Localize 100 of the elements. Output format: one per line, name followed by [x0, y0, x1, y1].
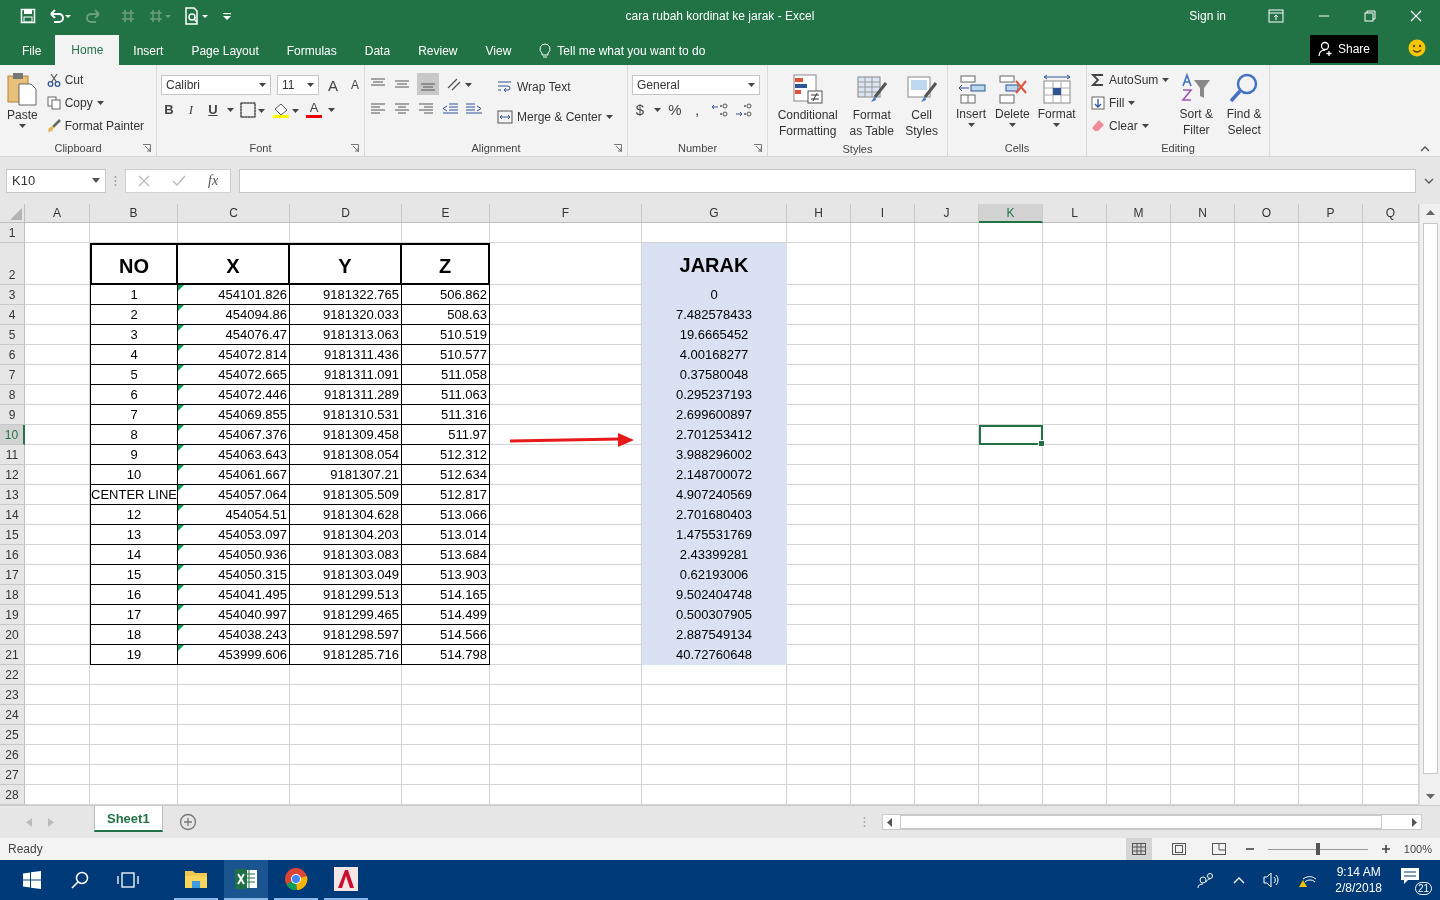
borders-icon[interactable]: [240, 101, 266, 118]
row-header[interactable]: 19: [0, 605, 25, 625]
column-header[interactable]: Q: [1363, 204, 1419, 223]
ribbon-tab[interactable]: Page Layout: [177, 37, 273, 65]
ribbon-display-icon[interactable]: [1268, 9, 1284, 23]
align-left-icon[interactable]: [369, 101, 387, 117]
caret-icon[interactable]: [654, 107, 661, 112]
orientation-icon[interactable]: [445, 76, 473, 92]
bold-button[interactable]: B: [161, 102, 177, 117]
insert-cells-button[interactable]: Insert: [952, 71, 990, 129]
column-header[interactable]: G: [642, 204, 787, 223]
row-header[interactable]: 7: [0, 365, 25, 385]
customize-caret-icon[interactable]: [222, 11, 232, 21]
column-header[interactable]: A: [25, 204, 90, 223]
caret-icon[interactable]: [328, 107, 335, 112]
font-size-dropdown[interactable]: 11: [277, 75, 319, 95]
ribbon-tab[interactable]: Data: [350, 37, 405, 65]
font-name-dropdown[interactable]: Calibri: [161, 75, 271, 95]
row-header[interactable]: 1: [0, 223, 25, 243]
scroll-left-icon[interactable]: [886, 817, 892, 827]
people-icon[interactable]: [1197, 872, 1216, 888]
row-header[interactable]: 20: [0, 625, 25, 645]
column-header[interactable]: K: [979, 204, 1043, 223]
notification-icon[interactable]: [1400, 867, 1420, 885]
row-header[interactable]: 9: [0, 405, 25, 425]
horizontal-scrollbar[interactable]: [881, 814, 1422, 830]
align-right-icon[interactable]: [417, 101, 435, 117]
row-header[interactable]: 4: [0, 305, 25, 325]
font-color-button[interactable]: A: [306, 101, 322, 118]
row-header[interactable]: 5: [0, 325, 25, 345]
ribbon-tab[interactable]: Formulas: [272, 37, 351, 65]
autosum-button[interactable]: AutoSum: [1091, 70, 1170, 90]
row-header[interactable]: 13: [0, 485, 25, 505]
row-header[interactable]: 25: [0, 725, 25, 745]
print-preview-icon[interactable]: [184, 7, 210, 25]
ribbon-tab[interactable]: Home: [55, 35, 120, 65]
formula-input[interactable]: [239, 168, 1416, 193]
row-header[interactable]: 22: [0, 665, 25, 685]
sheet-tab[interactable]: Sheet1: [94, 806, 163, 832]
zoom-level[interactable]: 100%: [1403, 843, 1432, 855]
row-header[interactable]: 21: [0, 645, 25, 665]
wrap-text-button[interactable]: Wrap Text: [497, 77, 613, 97]
vertical-scrollbar[interactable]: [1419, 204, 1440, 805]
row-header[interactable]: 24: [0, 705, 25, 725]
normal-view-button[interactable]: [1125, 838, 1152, 860]
align-center-icon[interactable]: [393, 101, 411, 117]
chevron-up-icon[interactable]: [1233, 876, 1246, 884]
dialog-launcher-icon[interactable]: [351, 144, 359, 152]
caret-icon[interactable]: [227, 107, 234, 112]
row-header[interactable]: 14: [0, 505, 25, 525]
scroll-right-icon[interactable]: [1411, 817, 1417, 827]
ribbon-tab[interactable]: Review: [404, 37, 472, 65]
grow-font-button[interactable]: A: [325, 76, 341, 94]
zoom-slider-thumb[interactable]: [1315, 843, 1320, 855]
taskbar-app[interactable]: [224, 860, 268, 900]
restore-icon[interactable]: [1364, 10, 1376, 22]
row-header[interactable]: 18: [0, 585, 25, 605]
drag-handle-icon[interactable]: [114, 174, 117, 187]
column-header[interactable]: P: [1299, 204, 1363, 223]
ribbon-tab[interactable]: View: [471, 37, 526, 65]
currency-button[interactable]: $: [632, 101, 648, 118]
number-format-dropdown[interactable]: General: [632, 75, 760, 95]
add-sheet-icon[interactable]: [178, 813, 197, 831]
zoom-out-icon[interactable]: [1245, 845, 1254, 853]
collapse-ribbon-icon[interactable]: [1420, 146, 1430, 152]
clock-time[interactable]: 9:14 AM: [1336, 864, 1381, 880]
clear-button[interactable]: Clear: [1091, 116, 1170, 136]
row-header[interactable]: 26: [0, 745, 25, 765]
merge-center-button[interactable]: Merge & Center: [497, 107, 613, 127]
row-header[interactable]: 2: [0, 243, 25, 285]
copy-button[interactable]: Copy: [46, 93, 145, 113]
italic-button[interactable]: I: [183, 101, 199, 118]
name-box[interactable]: K10: [6, 168, 106, 193]
row-header[interactable]: 15: [0, 525, 25, 545]
row-header[interactable]: 17: [0, 565, 25, 585]
ribbon-tab[interactable]: Insert: [119, 37, 178, 65]
close-icon[interactable]: [1410, 10, 1422, 22]
fill-button[interactable]: Fill: [1091, 93, 1170, 113]
sign-in-link[interactable]: Sign in: [1189, 9, 1226, 23]
format-as-table-button[interactable]: Format as Table: [845, 71, 899, 141]
increase-decimal-icon[interactable]: [711, 101, 729, 118]
row-header[interactable]: 28: [0, 785, 25, 805]
row-header[interactable]: 12: [0, 465, 25, 485]
scroll-down-icon[interactable]: [1425, 794, 1435, 799]
delete-cells-button[interactable]: Delete: [992, 71, 1033, 129]
find-select-button[interactable]: Find & Select: [1223, 70, 1265, 140]
row-header[interactable]: 16: [0, 545, 25, 565]
row-header[interactable]: 3: [0, 285, 25, 305]
decrease-indent-icon[interactable]: [441, 101, 459, 117]
ribbon-tab[interactable]: File: [8, 37, 56, 65]
share-button[interactable]: Share: [1309, 35, 1378, 63]
format-cells-button[interactable]: Format: [1034, 71, 1079, 129]
selected-cell[interactable]: [979, 425, 1043, 445]
expand-caret-icon[interactable]: [1424, 177, 1434, 184]
column-header[interactable]: O: [1235, 204, 1299, 223]
fill-handle[interactable]: [1038, 440, 1045, 447]
column-header[interactable]: J: [915, 204, 979, 223]
checkmark-icon[interactable]: [172, 174, 186, 187]
zoom-in-icon[interactable]: [1381, 845, 1390, 853]
row-header[interactable]: 8: [0, 385, 25, 405]
